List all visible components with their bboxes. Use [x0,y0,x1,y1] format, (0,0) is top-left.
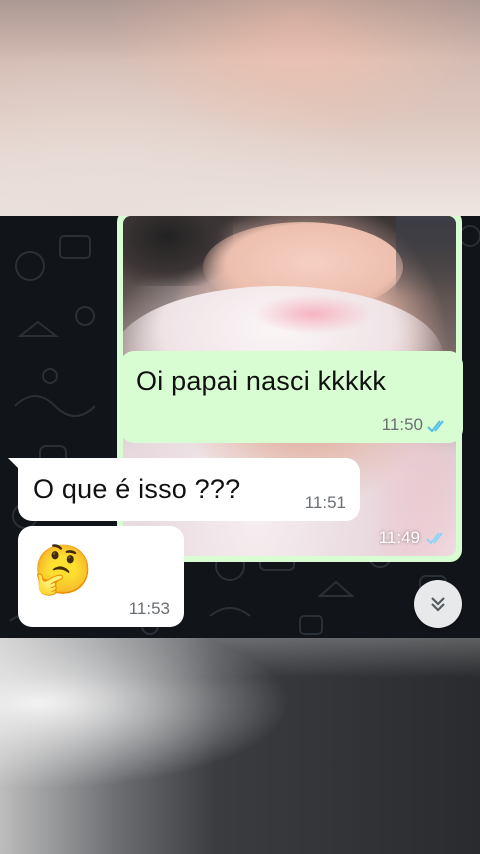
photo-detail [253,294,373,334]
double-check-icon [427,420,444,433]
double-chevron-down-icon [431,597,445,612]
outgoing-message-bubble[interactable]: Oi papai nasci kkkkk 11:50 [120,351,463,443]
scroll-to-bottom-button[interactable] [414,580,462,628]
blurred-background-top [0,0,480,216]
message-time: 11:49 [378,528,420,547]
incoming-emoji-bubble[interactable]: 🤔 11:53 [18,526,184,627]
double-check-icon [426,532,443,545]
blurred-background-bottom [0,638,480,854]
message-time: 11:51 [304,493,346,512]
message-time: 11:53 [128,599,170,618]
message-time: 11:50 [381,415,423,434]
message-text: O que é isso ??? [33,474,241,504]
image-message-meta: 11:49 [379,528,448,548]
chat-area[interactable]: 11:49 Oi papai nasci kkkkk 11:50 O que é… [0,216,480,638]
incoming-message-bubble[interactable]: O que é isso ??? 11:51 [18,458,360,521]
message-text: Oi papai nasci kkkkk [136,366,387,396]
photo-detail [396,216,456,296]
thinking-face-emoji: 🤔 [33,544,93,597]
